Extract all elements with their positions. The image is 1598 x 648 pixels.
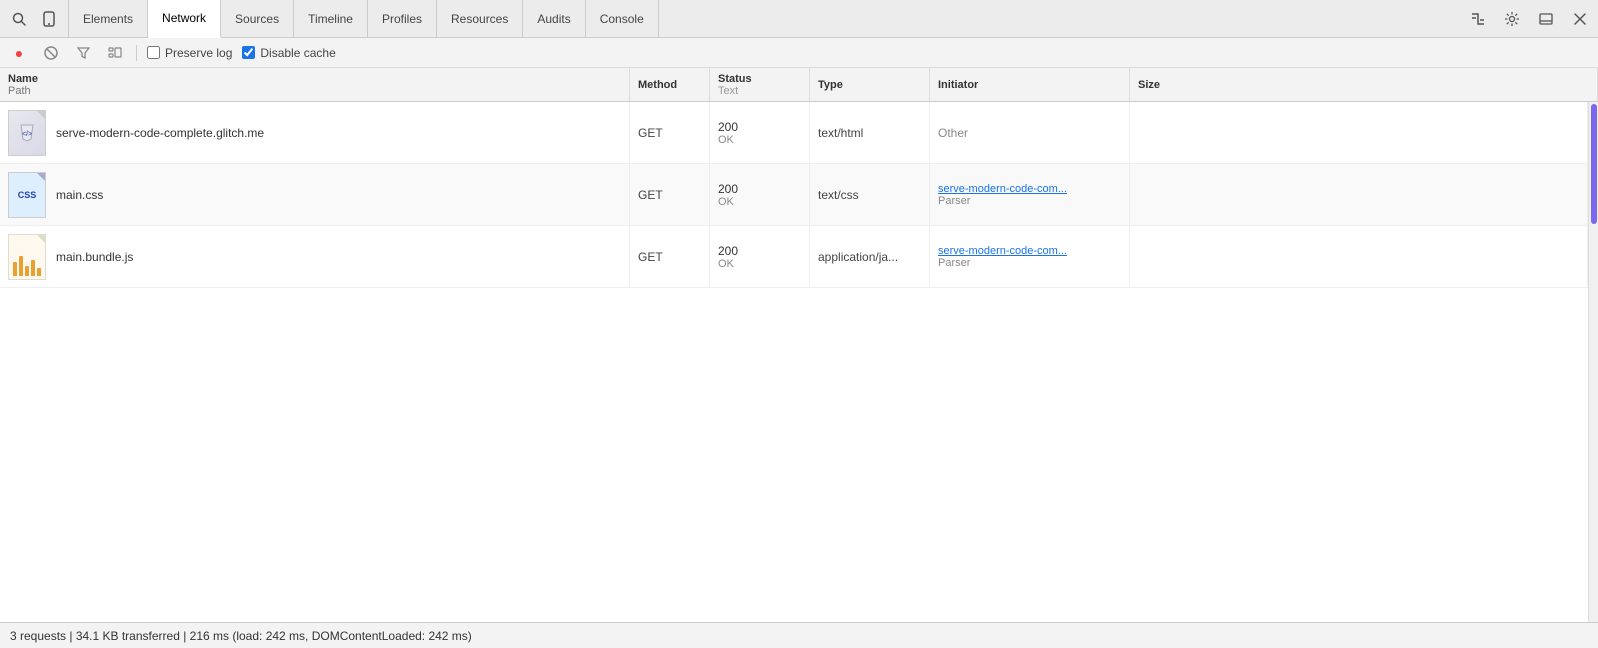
cell-name-3: main.bundle.js (0, 226, 630, 287)
tab-audits[interactable]: Audits (523, 0, 585, 38)
top-nav: Elements Network Sources Timeline Profil… (0, 0, 1598, 38)
cell-name-2: CSS main.css (0, 164, 630, 225)
toolbar: ● Preserve log Disable cache (0, 38, 1598, 68)
settings-icon-btn[interactable] (1498, 5, 1526, 33)
tab-elements[interactable]: Elements (68, 0, 148, 38)
search-icon-btn[interactable] (4, 4, 34, 34)
tab-resources[interactable]: Resources (437, 0, 523, 38)
cell-type-2: text/css (810, 164, 930, 225)
col-header-size[interactable]: Size (1130, 68, 1598, 101)
col-header-initiator[interactable]: Initiator (930, 68, 1130, 101)
cell-method-3: GET (630, 226, 710, 287)
preserve-log-checkbox[interactable] (147, 46, 160, 59)
col-header-type[interactable]: Type (810, 68, 930, 101)
cell-size-2 (1130, 164, 1588, 225)
cell-type-1: text/html (810, 102, 930, 163)
file-icon-js (8, 234, 46, 280)
table-body: </> serve-modern-code-complete.glitch.me… (0, 102, 1588, 622)
cell-status-3: 200 OK (710, 226, 810, 287)
col-header-name[interactable]: Name Path (0, 68, 630, 101)
tab-sources[interactable]: Sources (221, 0, 294, 38)
network-table: Name Path Method Status Text Type Initia… (0, 68, 1598, 622)
cell-method-1: GET (630, 102, 710, 163)
file-icon-html: </> (8, 110, 46, 156)
col-header-method[interactable]: Method (630, 68, 710, 101)
tab-profiles[interactable]: Profiles (368, 0, 437, 38)
close-icon-btn[interactable] (1566, 5, 1594, 33)
filename-1: serve-modern-code-complete.glitch.me (56, 126, 264, 140)
filename-2: main.css (56, 188, 103, 202)
table-row[interactable]: CSS main.css GET 200 OK text/css (0, 164, 1588, 226)
cell-initiator-2: serve-modern-code-com... Parser (930, 164, 1130, 225)
col-header-status[interactable]: Status Text (710, 68, 810, 101)
tab-timeline[interactable]: Timeline (294, 0, 368, 38)
group-btn[interactable] (104, 42, 126, 64)
empty-area (0, 288, 1588, 538)
nav-tabs: Elements Network Sources Timeline Profil… (68, 0, 659, 38)
cell-name-1: </> serve-modern-code-complete.glitch.me (0, 102, 630, 163)
cell-size-1 (1130, 102, 1588, 163)
cell-size-3 (1130, 226, 1588, 287)
filter-btn[interactable] (72, 42, 94, 64)
clear-btn[interactable] (40, 42, 62, 64)
table-row[interactable]: </> serve-modern-code-complete.glitch.me… (0, 102, 1588, 164)
mobile-icon-btn[interactable] (34, 4, 64, 34)
cell-status-1: 200 OK (710, 102, 810, 163)
preserve-log-label[interactable]: Preserve log (147, 46, 232, 60)
scrollbar[interactable] (1588, 102, 1598, 622)
table-header: Name Path Method Status Text Type Initia… (0, 68, 1598, 102)
tab-console[interactable]: Console (586, 0, 659, 38)
content-area: ● Preserve log Disable cache (0, 38, 1598, 648)
table-row[interactable]: main.bundle.js GET 200 OK application/ja… (0, 226, 1588, 288)
cell-initiator-1: Other (930, 102, 1130, 163)
execute-icon-btn[interactable] (1464, 5, 1492, 33)
status-bar: 3 requests | 34.1 KB transferred | 216 m… (0, 622, 1598, 648)
cell-type-3: application/ja... (810, 226, 930, 287)
cell-method-2: GET (630, 164, 710, 225)
filename-3: main.bundle.js (56, 250, 133, 264)
dock-icon-btn[interactable] (1532, 5, 1560, 33)
disable-cache-checkbox[interactable] (242, 46, 255, 59)
toolbar-divider (136, 45, 137, 61)
record-btn[interactable]: ● (8, 42, 30, 64)
tab-network[interactable]: Network (148, 0, 221, 38)
scrollbar-thumb[interactable] (1591, 104, 1597, 224)
cell-status-2: 200 OK (710, 164, 810, 225)
file-icon-css: CSS (8, 172, 46, 218)
svg-text:</>: </> (22, 131, 32, 138)
cell-initiator-3: serve-modern-code-com... Parser (930, 226, 1130, 287)
disable-cache-label[interactable]: Disable cache (242, 46, 335, 60)
nav-right (1464, 5, 1594, 33)
